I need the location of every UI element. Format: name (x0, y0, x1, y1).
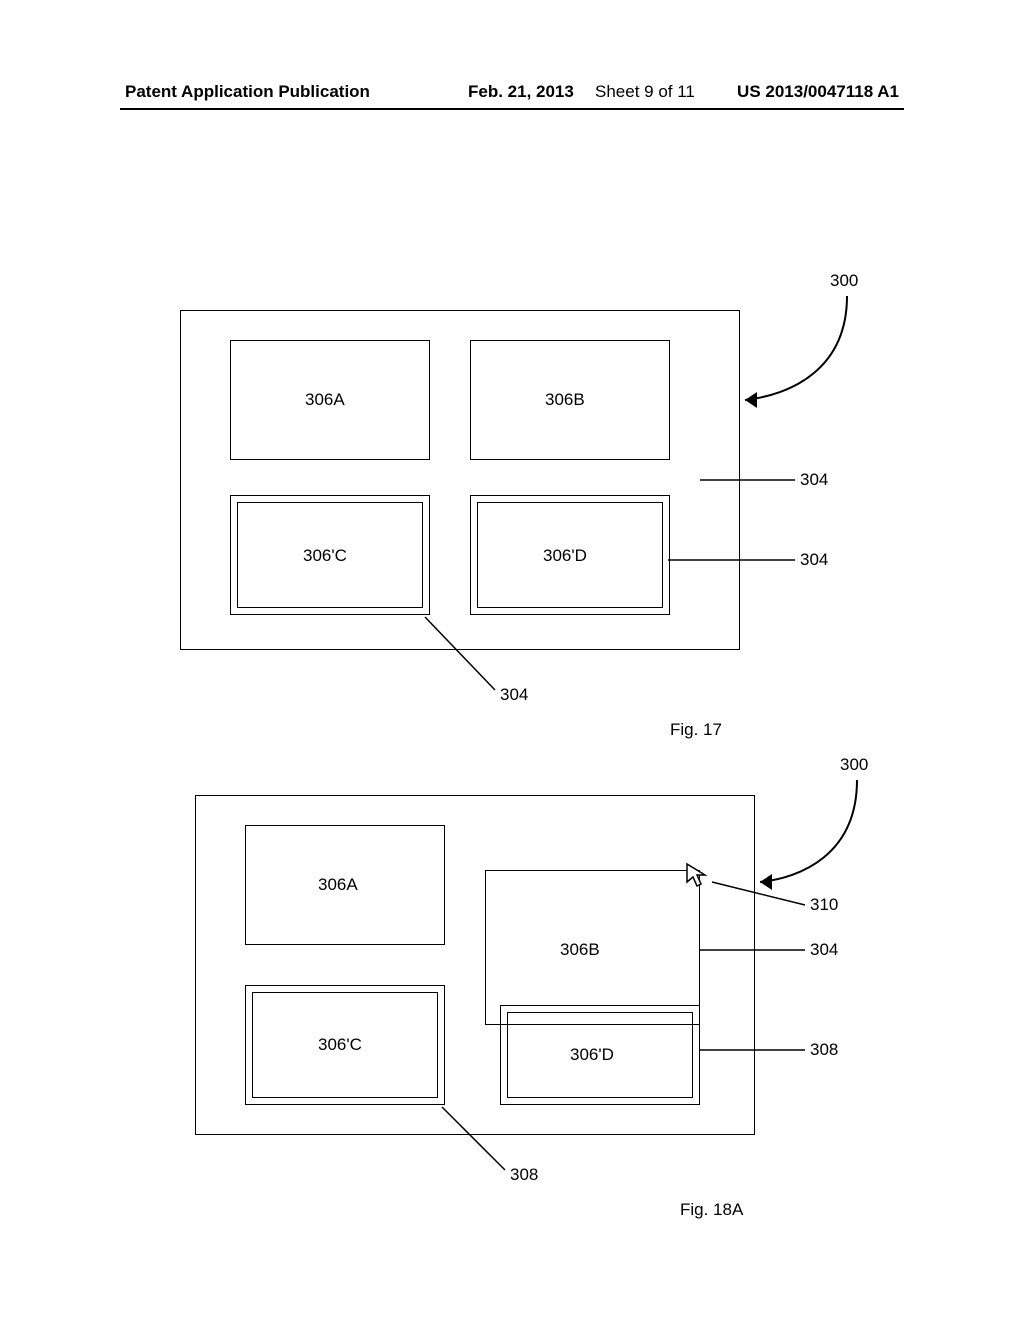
fig18a-leader-308b (0, 0, 1024, 1320)
fig18a-caption: Fig. 18A (680, 1200, 743, 1220)
page-root: Patent Application Publication Feb. 21, … (0, 0, 1024, 1320)
